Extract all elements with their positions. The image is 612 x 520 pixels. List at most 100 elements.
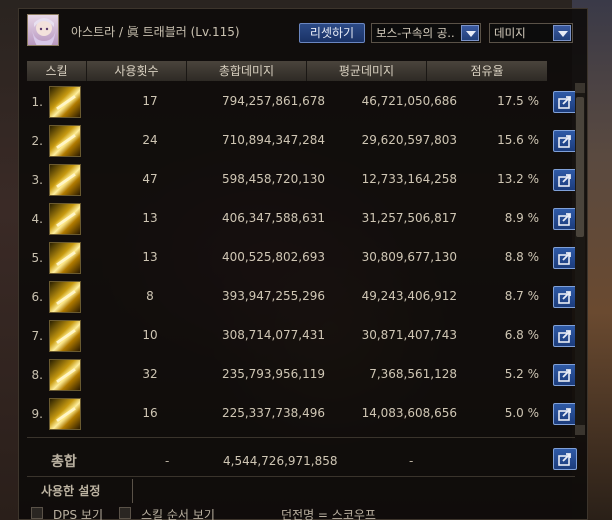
table-row: 6. 8 393,947,255,296 49,243,406,912 8.7 … — [27, 278, 577, 316]
table-row: 1. 17 794,257,861,678 46,721,050,686 17.… — [27, 83, 577, 121]
share-icon — [558, 453, 571, 466]
damage-share: 8.7 % — [504, 289, 539, 303]
damage-share: 17.5 % — [497, 94, 539, 108]
row-rank: 5. — [31, 251, 43, 265]
table-row: 4. 13 406,347,588,631 31,257,506,817 8.9… — [27, 200, 577, 238]
column-header-count[interactable]: 사용횟수 — [87, 61, 187, 81]
column-header-skill[interactable]: 스킬 — [27, 61, 87, 81]
totals-row: 총합 - 4,544,726,971,858 - — [27, 437, 577, 477]
share-icon — [558, 96, 571, 109]
share-icon — [558, 330, 571, 343]
damage-share: 6.8 % — [504, 328, 539, 342]
skill-icon — [49, 125, 81, 157]
reset-button[interactable]: 리셋하기 — [299, 23, 365, 43]
totals-average: - — [409, 454, 414, 468]
metric-select[interactable]: 데미지 — [489, 23, 573, 43]
share-button[interactable] — [553, 91, 577, 113]
scroll-up-arrow[interactable] — [575, 83, 585, 93]
table-row: 8. 32 235,793,956,119 7,368,561,128 5.2 … — [27, 356, 577, 394]
table-row: 7. 10 308,714,077,431 30,871,407,743 6.8… — [27, 317, 577, 355]
share-icon — [558, 252, 571, 265]
skill-icon — [49, 398, 81, 430]
share-icon — [558, 408, 571, 421]
use-count: 13 — [142, 250, 158, 264]
use-count: 47 — [142, 172, 158, 186]
skill-order-checkbox-label: 스킬 순서 보기 — [141, 508, 215, 520]
totals-label: 총합 — [51, 454, 77, 470]
skill-icon — [49, 164, 81, 196]
row-rank: 4. — [31, 212, 43, 226]
window-header: 아스트라 / 眞 트래블러 (Lv.115) 리셋하기 보스-구속의 공.. 데… — [19, 9, 589, 55]
average-damage: 30,871,407,743 — [361, 328, 457, 342]
share-button[interactable] — [553, 286, 577, 308]
share-button[interactable] — [553, 208, 577, 230]
share-button[interactable] — [553, 247, 577, 269]
average-damage: 29,620,597,803 — [361, 133, 457, 147]
chevron-down-icon[interactable] — [461, 25, 479, 41]
use-count: 10 — [142, 328, 158, 342]
share-button[interactable] — [553, 403, 577, 425]
scroll-thumb[interactable] — [576, 97, 584, 237]
row-rank: 2. — [31, 134, 43, 148]
table-scrollbar[interactable] — [575, 83, 585, 435]
total-damage: 710,894,347,284 — [221, 133, 325, 147]
total-damage: 235,793,956,119 — [221, 367, 325, 381]
average-damage: 49,243,406,912 — [361, 289, 457, 303]
share-icon — [558, 213, 571, 226]
table-header: 스킬 사용횟수 총합데미지 평균데미지 점유율 — [27, 61, 575, 81]
share-button[interactable] — [553, 130, 577, 152]
totals-count: - — [165, 454, 170, 468]
damage-share: 15.6 % — [497, 133, 539, 147]
chevron-down-icon[interactable] — [553, 25, 571, 41]
damage-meter-window: 아스트라 / 眞 트래블러 (Lv.115) 리셋하기 보스-구속의 공.. 데… — [18, 8, 588, 520]
bottom-options-bar: DPS 보기 스킬 순서 보기 던전명 = 스코우프 — [19, 505, 589, 520]
total-damage: 794,257,861,678 — [221, 94, 325, 108]
share-icon — [558, 369, 571, 382]
use-count: 8 — [146, 289, 154, 303]
damage-share: 8.8 % — [504, 250, 539, 264]
skill-icon — [49, 359, 81, 391]
row-rank: 6. — [31, 290, 43, 304]
table-row: 2. 24 710,894,347,284 29,620,597,803 15.… — [27, 122, 577, 160]
dps-checkbox[interactable] — [31, 507, 43, 519]
skill-order-checkbox[interactable] — [119, 507, 131, 519]
dungeon-select[interactable]: 보스-구속의 공.. — [371, 23, 481, 43]
average-damage: 46,721,050,686 — [361, 94, 457, 108]
row-rank: 9. — [31, 407, 43, 421]
column-header-share[interactable]: 점유율 — [427, 61, 547, 81]
total-damage: 308,714,077,431 — [221, 328, 325, 342]
damage-share: 5.0 % — [504, 406, 539, 420]
total-damage: 225,337,738,496 — [221, 406, 325, 420]
total-damage: 406,347,588,631 — [221, 211, 325, 225]
average-damage: 12,733,164,258 — [361, 172, 457, 186]
table-row: 3. 47 598,458,720,130 12,733,164,258 13.… — [27, 161, 577, 199]
column-header-total[interactable]: 총합데미지 — [187, 61, 307, 81]
use-count: 16 — [142, 406, 158, 420]
share-button[interactable] — [553, 325, 577, 347]
share-button[interactable] — [553, 364, 577, 386]
use-count: 24 — [142, 133, 158, 147]
average-damage: 30,809,677,130 — [361, 250, 457, 264]
share-icon — [558, 174, 571, 187]
skill-icon — [49, 203, 81, 235]
use-count: 13 — [142, 211, 158, 225]
table-row: 9. 16 225,337,738,496 14,083,608,656 5.0… — [27, 395, 577, 433]
skill-icon — [49, 281, 81, 313]
row-rank: 7. — [31, 329, 43, 343]
skill-icon — [49, 320, 81, 352]
average-damage: 14,083,608,656 — [361, 406, 457, 420]
column-header-average[interactable]: 평균데미지 — [307, 61, 427, 81]
totals-total-damage: 4,544,726,971,858 — [223, 454, 338, 468]
row-rank: 1. — [31, 95, 43, 109]
character-title: 아스트라 / 眞 트래블러 (Lv.115) — [71, 25, 240, 39]
row-rank: 3. — [31, 173, 43, 187]
scroll-down-arrow[interactable] — [575, 425, 585, 435]
totals-share-button[interactable] — [553, 448, 577, 470]
dungeon-name-label: 던전명 = 스코우프 — [281, 508, 376, 520]
dps-checkbox-label: DPS 보기 — [53, 508, 103, 520]
share-button[interactable] — [553, 169, 577, 191]
settings-tab[interactable]: 사용한 설정 — [27, 479, 133, 503]
total-damage: 393,947,255,296 — [221, 289, 325, 303]
use-count: 32 — [142, 367, 158, 381]
total-damage: 598,458,720,130 — [221, 172, 325, 186]
